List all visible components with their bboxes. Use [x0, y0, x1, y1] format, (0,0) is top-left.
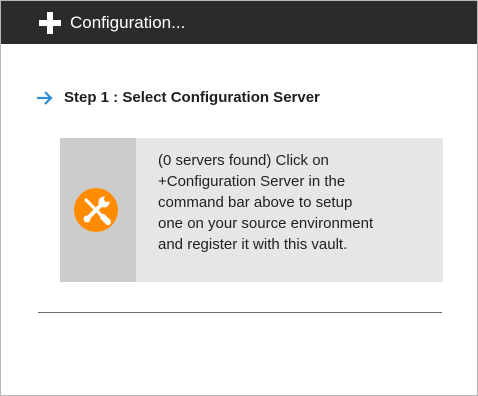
notice-line: (0 servers found) Click on: [158, 152, 329, 169]
divider: [38, 312, 442, 313]
notice-line: +Configuration Server in the: [158, 173, 346, 190]
command-bar-configuration-button[interactable]: Configuration...: [1, 1, 477, 44]
notice-line: command bar above to setup: [158, 194, 353, 211]
tools-icon: [74, 188, 118, 232]
notice-line: one on your source environment: [158, 215, 374, 232]
notice-icon-panel: [60, 138, 136, 282]
no-servers-notice: (0 servers found) Click on +Configuratio…: [60, 138, 443, 282]
notice-line: and register it with this vault.: [158, 236, 348, 253]
configuration-button-label: Configuration...: [70, 13, 186, 32]
plus-icon: [39, 12, 61, 34]
notice-message: (0 servers found) Click on +Configuratio…: [158, 150, 438, 255]
step-title: Step 1 : Select Configuration Server: [64, 89, 320, 106]
arrow-right-icon: [37, 91, 53, 105]
